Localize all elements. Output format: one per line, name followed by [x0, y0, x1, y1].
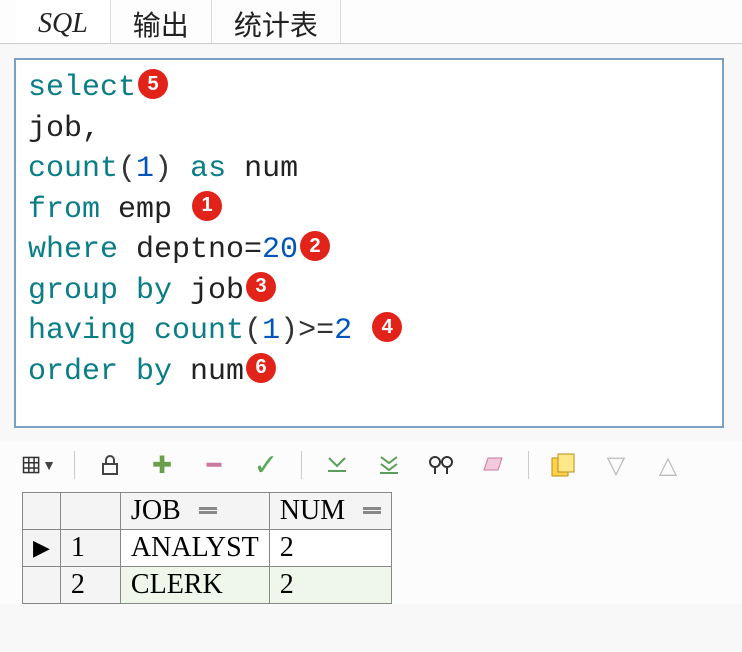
divider [301, 451, 302, 479]
tab-sql[interactable]: SQL [16, 0, 111, 43]
kw-groupby: group by [28, 274, 172, 308]
find-icon[interactable] [424, 448, 458, 482]
badge-6: 6 [246, 353, 276, 383]
result-toolbar: ▼ ✚ ━ ✓ ▽ △ [0, 442, 742, 492]
kw-orderby: order by [28, 355, 172, 389]
kw-count: count [28, 152, 118, 186]
col-job[interactable]: JOB [120, 493, 269, 530]
badge-3: 3 [246, 272, 276, 302]
row-pointer-icon [23, 567, 61, 604]
tab-stats[interactable]: 统计表 [212, 0, 341, 43]
add-row-icon[interactable]: ✚ [145, 448, 179, 482]
commit-icon[interactable]: ✓ [249, 448, 283, 482]
export-icon[interactable] [547, 448, 581, 482]
fetch-all-icon[interactable] [372, 448, 406, 482]
kw-from: from [28, 193, 100, 227]
grip-icon [199, 507, 217, 519]
grip-icon [363, 507, 381, 519]
divider [74, 451, 75, 479]
cell-job[interactable]: ANALYST [120, 530, 269, 567]
kw-select: select [28, 71, 136, 105]
corner-cell [23, 493, 61, 530]
badge-2: 2 [300, 231, 330, 261]
rownum-header [60, 493, 120, 530]
table-row[interactable]: ▶ 1 ANALYST 2 [23, 530, 392, 567]
delete-row-icon[interactable]: ━ [197, 448, 231, 482]
rownum-cell: 2 [60, 567, 120, 604]
result-grid[interactable]: JOB NUM ▶ 1 ANALYST 2 2 CLERK 2 [22, 492, 392, 604]
nav-down-icon[interactable]: ▽ [599, 448, 633, 482]
kw-having: having [28, 314, 136, 348]
badge-1: 1 [192, 191, 222, 221]
ident-job: job, [28, 112, 100, 146]
badge-4: 4 [372, 312, 402, 342]
header-row: JOB NUM [23, 493, 392, 530]
cell-num[interactable]: 2 [269, 567, 391, 604]
nav-up-icon[interactable]: △ [651, 448, 685, 482]
tab-bar: SQL 输出 统计表 [0, 0, 742, 44]
badge-5: 5 [138, 69, 168, 99]
fetch-next-icon[interactable] [320, 448, 354, 482]
divider [528, 451, 529, 479]
grid-options-icon[interactable]: ▼ [22, 448, 56, 482]
row-pointer-icon: ▶ [23, 530, 61, 567]
result-grid-wrap: JOB NUM ▶ 1 ANALYST 2 2 CLERK 2 [0, 492, 742, 604]
eraser-icon[interactable] [476, 448, 510, 482]
lock-icon[interactable] [93, 448, 127, 482]
table-row[interactable]: 2 CLERK 2 [23, 567, 392, 604]
sql-editor[interactable]: select5 job, count(1) as num from emp 1 … [14, 58, 724, 428]
tab-output[interactable]: 输出 [111, 0, 212, 43]
rownum-cell: 1 [60, 530, 120, 567]
cell-job[interactable]: CLERK [120, 567, 269, 604]
col-num[interactable]: NUM [269, 493, 391, 530]
cell-num[interactable]: 2 [269, 530, 391, 567]
kw-where: where [28, 233, 118, 267]
